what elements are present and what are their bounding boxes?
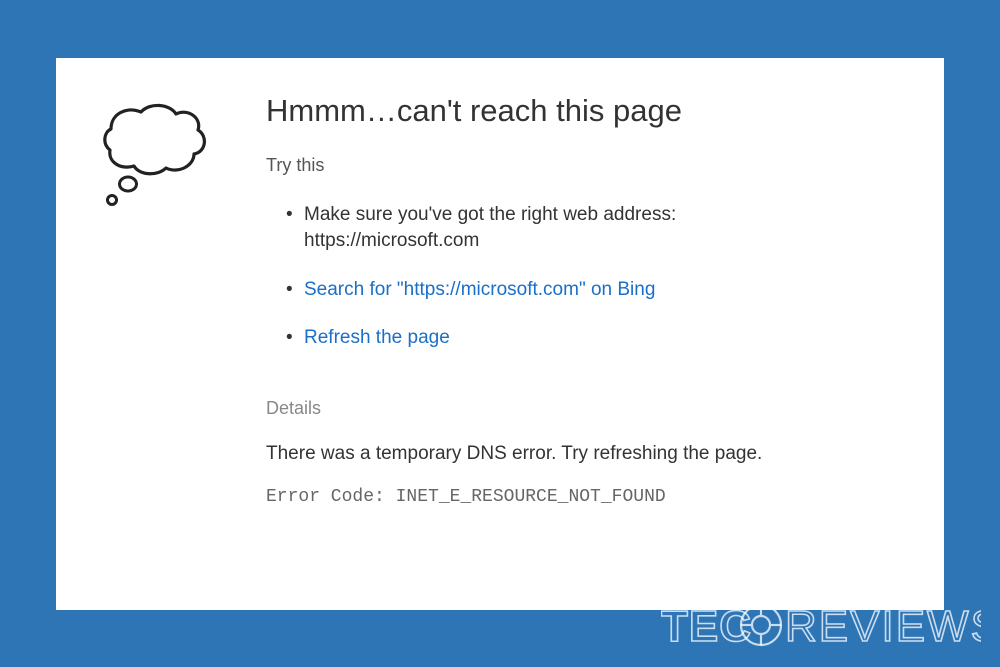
icon-column [96, 88, 236, 214]
suggestion-refresh: Refresh the page [286, 325, 904, 352]
details-section-label: Details [266, 398, 904, 419]
thought-bubble-icon [96, 94, 236, 214]
try-this-label: Try this [266, 155, 904, 176]
error-code-prefix: Error Code: [266, 487, 396, 507]
refresh-page-link[interactable]: Refresh the page [304, 327, 450, 348]
error-code-value: INET_E_RESOURCE_NOT_FOUND [396, 487, 666, 507]
search-bing-link[interactable]: Search for "https://microsoft.com" on Bi… [304, 279, 655, 300]
suggestion-search-bing: Search for "https://microsoft.com" on Bi… [286, 277, 904, 304]
check-address-text-1: Make sure you've got the right web addre… [304, 204, 676, 225]
error-card: Hmmm…can't reach this page Try this Make… [56, 58, 944, 610]
content-column: Hmmm…can't reach this page Try this Make… [266, 88, 904, 508]
error-code-line: Error Code: INET_E_RESOURCE_NOT_FOUND [266, 487, 904, 507]
check-address-text-2: https://microsoft.com [304, 230, 479, 251]
details-message: There was a temporary DNS error. Try ref… [266, 443, 904, 465]
page-title: Hmmm…can't reach this page [266, 92, 904, 129]
suggestion-check-address: Make sure you've got the right web addre… [286, 202, 904, 255]
suggestions-list: Make sure you've got the right web addre… [266, 202, 904, 352]
